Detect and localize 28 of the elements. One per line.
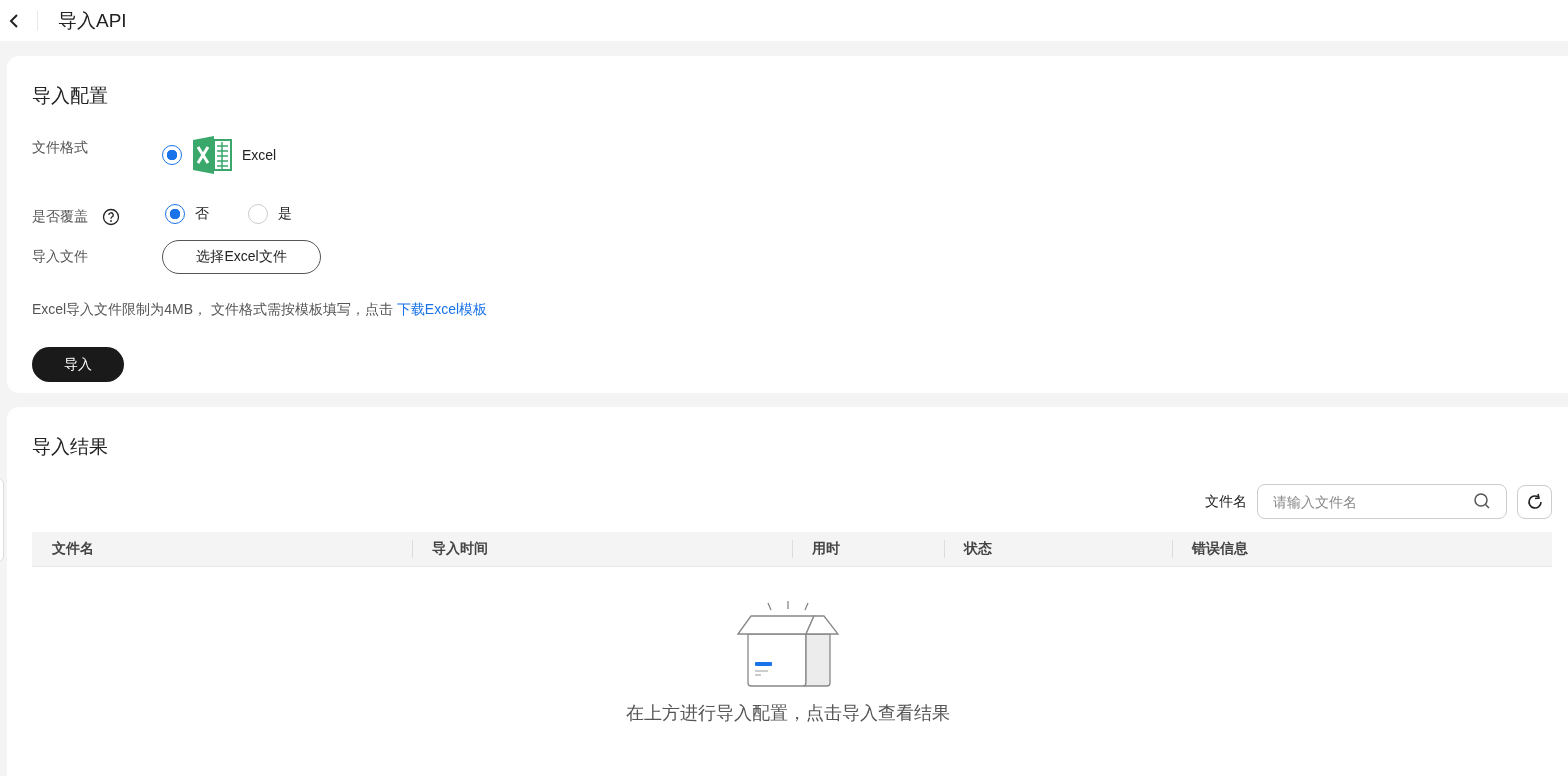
empty-message: 在上方进行导入配置，点击导入查看结果 (625, 702, 950, 725)
help-icon[interactable] (102, 208, 120, 226)
chevron-left-icon (8, 12, 20, 29)
column-header: 导入时间 (432, 540, 488, 558)
search-icon (1473, 492, 1491, 510)
import-button[interactable]: 导入 (32, 347, 124, 382)
format-radio[interactable]: Excel (162, 136, 277, 174)
search-field[interactable]: 请输入文件名 (1257, 484, 1507, 519)
filter-label: 文件名 (1205, 492, 1247, 511)
section-title: 导入配置 (32, 84, 109, 108)
column-header: 错误信息 (1192, 540, 1248, 558)
column-header: 用时 (812, 540, 840, 558)
back-button[interactable] (7, 11, 21, 30)
column-header: 状态 (964, 540, 992, 558)
field-label: 文件格式 (32, 139, 89, 157)
download-template-link[interactable]: 下载Excel模板 (396, 301, 488, 317)
column-header: 文件名 (52, 540, 94, 558)
refresh-icon (1525, 492, 1544, 511)
overwrite-radio[interactable]: 否 (165, 204, 248, 224)
spreadsheet-icon (192, 136, 232, 174)
choose-file-button[interactable]: 选择Excel文件 (162, 240, 321, 274)
page-title: 导入API (58, 8, 127, 33)
field-label: 是否覆盖 (32, 208, 88, 226)
refresh-button[interactable] (1517, 484, 1552, 519)
hint-text: Excel导入文件限制为4MB， 文件格式需按模板填写，点击 下载Excel模板 (32, 301, 489, 319)
section-title: 导入结果 (32, 435, 109, 459)
overwrite-radio[interactable]: 是 (248, 204, 331, 224)
field-label: 导入文件 (32, 248, 89, 266)
